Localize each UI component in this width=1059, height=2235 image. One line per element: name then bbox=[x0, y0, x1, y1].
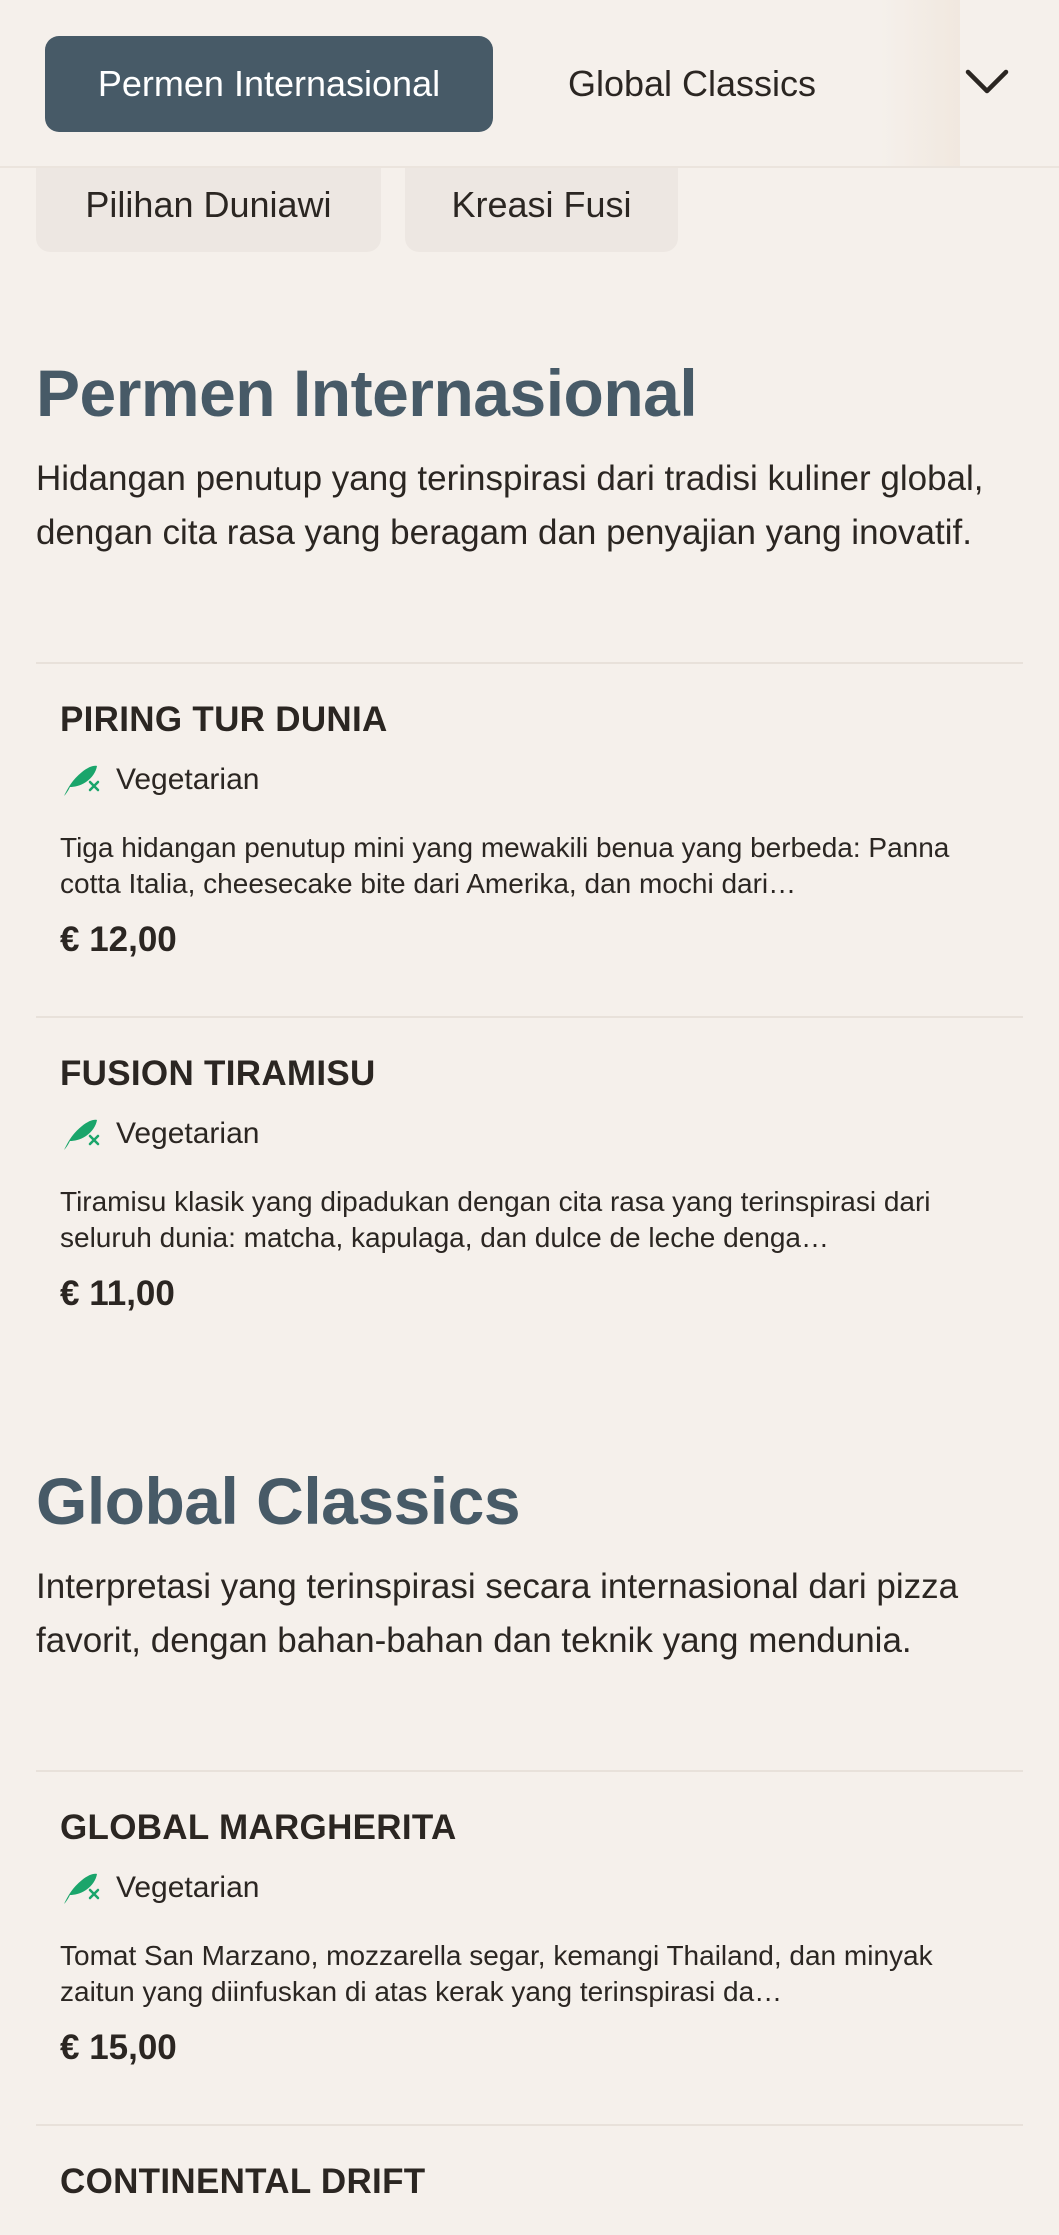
vegetarian-leaf-icon bbox=[64, 765, 100, 796]
divider bbox=[36, 662, 1023, 664]
item-price: € 12,00 bbox=[60, 920, 177, 959]
diet-label: Vegetarian bbox=[116, 763, 260, 796]
diet-tag: Vegetarian bbox=[60, 760, 1010, 800]
vegetarian-leaf-icon bbox=[64, 1873, 100, 1904]
tab-global-classics[interactable]: Global Classics bbox=[530, 36, 854, 132]
expand-categories-button[interactable] bbox=[955, 50, 1019, 114]
diet-tag: Vegetarian bbox=[60, 1114, 1010, 1154]
tab-permen-internasional[interactable]: Permen Internasional bbox=[45, 36, 493, 132]
item-name: FUSION TIRAMISU bbox=[60, 1054, 376, 1093]
item-name: CONTINENTAL DRIFT bbox=[60, 2162, 426, 2201]
diet-label: Vegetarian bbox=[116, 1117, 260, 1150]
item-description: Tomat San Marzano, mozzarella segar, kem… bbox=[60, 1940, 933, 2007]
diet-label: Vegetarian bbox=[116, 1871, 260, 1904]
item-description: Tiga hidangan penutup mini yang mewakili… bbox=[60, 832, 950, 899]
tab-label: Global Classics bbox=[567, 63, 817, 104]
section-title: Permen Internasional bbox=[36, 356, 698, 430]
divider bbox=[36, 2124, 1023, 2126]
category-pill-label: Kreasi Fusi bbox=[451, 184, 632, 225]
item-name: PIRING TUR DUNIA bbox=[60, 700, 388, 739]
divider bbox=[36, 1016, 1023, 1018]
category-pill-label: Pilihan Duniawi bbox=[85, 184, 332, 225]
vegetarian-leaf-icon bbox=[64, 1119, 100, 1150]
divider bbox=[36, 1770, 1023, 1772]
scroll-fade bbox=[880, 0, 960, 166]
menu-item[interactable]: GLOBAL MARGHERITA Vegetarian Tomat San M… bbox=[60, 1808, 1010, 2068]
menu-item[interactable]: CONTINENTAL DRIFT bbox=[60, 2162, 1010, 2202]
menu-item[interactable]: PIRING TUR DUNIA Vegetarian Tiga hidanga… bbox=[60, 700, 1010, 960]
tab-label: Permen Internasional bbox=[97, 63, 441, 104]
category-nav: Permen Internasional Global Classics bbox=[0, 0, 1059, 168]
section-description: Interpretasi yang terinspirasi secara in… bbox=[36, 1567, 959, 1660]
item-description: Tiramisu klasik yang dipadukan dengan ci… bbox=[60, 1186, 931, 1253]
item-price: € 15,00 bbox=[60, 2028, 177, 2067]
menu-page: Pilihan Duniawi Kreasi Fusi Permen Inter… bbox=[0, 0, 1059, 2235]
section-description: Hidangan penutup yang terinspirasi dari … bbox=[36, 459, 984, 552]
menu-item[interactable]: FUSION TIRAMISU Vegetarian Tiramisu klas… bbox=[60, 1054, 1010, 1314]
item-price: € 11,00 bbox=[60, 1274, 175, 1313]
diet-tag: Vegetarian bbox=[60, 1868, 1010, 1908]
section-title: Global Classics bbox=[36, 1464, 521, 1538]
chevron-down-icon bbox=[965, 69, 1009, 94]
item-name: GLOBAL MARGHERITA bbox=[60, 1808, 457, 1847]
